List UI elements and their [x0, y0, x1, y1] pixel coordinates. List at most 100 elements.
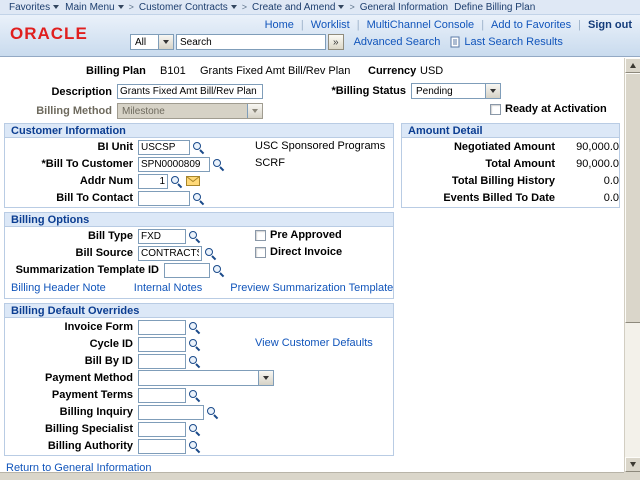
last-search-results-link[interactable]: Last Search Results — [464, 36, 562, 48]
bill-to-customer-lookup-icon[interactable] — [212, 158, 225, 171]
search-scope-select[interactable]: All — [130, 34, 174, 50]
summarization-template-id-label: Summarization Template ID — [15, 264, 159, 276]
billing-inquiry-input[interactable] — [138, 404, 204, 420]
billing-authority-lookup-icon[interactable] — [188, 440, 201, 453]
invoice-form-input[interactable] — [138, 319, 186, 335]
breadcrumb-label: General Information — [359, 1, 449, 13]
add-to-favorites-link[interactable]: Add to Favorites — [491, 19, 571, 31]
bill-to-contact-input[interactable] — [138, 190, 190, 206]
bill-by-id-lookup-icon[interactable] — [188, 355, 201, 368]
addr-num-lookup-icon[interactable] — [170, 175, 183, 188]
preview-summarization-template-link[interactable]: Preview Summarization Template — [230, 282, 393, 294]
billing-specialist-input[interactable] — [138, 421, 186, 437]
scroll-down-button[interactable] — [625, 457, 640, 472]
billing-inquiry-lookup-icon[interactable] — [206, 406, 219, 419]
view-customer-defaults-link[interactable]: View Customer Defaults — [255, 337, 373, 349]
oracle-logo: ORACLE — [10, 24, 88, 43]
search-go-button[interactable]: » — [328, 34, 344, 50]
chevron-down-icon[interactable] — [158, 35, 173, 49]
ready-at-activation-label: Ready at Activation — [505, 103, 607, 115]
ready-at-activation-checkbox[interactable] — [490, 103, 501, 115]
amount-detail-box: Amount Detail Negotiated Amount 90,000.0… — [401, 123, 620, 208]
billing-options-links: Billing Header Note Internal Notes Previ… — [5, 280, 393, 296]
chevron-down-icon — [247, 103, 262, 118]
payment-terms-input[interactable] — [138, 387, 186, 403]
breadcrumb-create-and-amend[interactable]: Create and Amend — [252, 2, 345, 13]
internal-notes-link[interactable]: Internal Notes — [134, 282, 202, 294]
billing-specialist-row: Billing Specialist — [5, 421, 393, 437]
bill-type-lookup-icon[interactable] — [188, 230, 201, 243]
cycle-id-row: Cycle ID View Customer Defaults — [5, 336, 393, 352]
header-band: ORACLE Home | Worklist | MultiChannel Co… — [0, 15, 640, 57]
breadcrumb-main-menu[interactable]: Main Menu — [65, 1, 124, 13]
description-input[interactable] — [117, 84, 263, 99]
scrollbar-thumb[interactable] — [625, 73, 640, 323]
payment-method-row: Payment Method — [5, 370, 393, 386]
chevron-down-icon[interactable] — [258, 371, 273, 385]
payment-terms-row: Payment Terms — [5, 387, 393, 403]
bill-to-contact-lookup-icon[interactable] — [192, 192, 205, 205]
bill-to-customer-label: *Bill To Customer — [41, 158, 133, 170]
return-to-general-information-link[interactable]: Return to General Information — [6, 462, 152, 472]
advanced-search-link[interactable]: Advanced Search — [354, 36, 441, 48]
envelope-icon[interactable] — [186, 176, 200, 186]
summarization-template-id-input[interactable] — [164, 262, 210, 278]
billing-status-select[interactable]: Pending — [411, 83, 501, 99]
breadcrumb-general-information[interactable]: General Information — [360, 2, 448, 13]
amount-detail-title: Amount Detail — [402, 124, 619, 138]
bill-to-contact-label: Bill To Contact — [56, 192, 133, 204]
bi-unit-lookup-icon[interactable] — [192, 141, 205, 154]
direct-invoice-checkbox[interactable] — [255, 246, 266, 258]
billing-authority-row: Billing Authority — [5, 438, 393, 454]
bill-type-row: Bill Type Pre Approved — [5, 228, 393, 244]
breadcrumb-customer-contracts[interactable]: Customer Contracts — [139, 2, 237, 13]
payment-method-select[interactable] — [138, 370, 274, 386]
billing-method-row: Billing Method Milestone Ready at Activa… — [0, 102, 624, 119]
billing-options-title: Billing Options — [5, 213, 393, 227]
addr-num-input[interactable] — [138, 173, 168, 189]
link-separator: | — [300, 19, 304, 31]
payment-terms-lookup-icon[interactable] — [188, 389, 201, 402]
scroll-down-icon — [630, 462, 636, 467]
invoice-form-lookup-icon[interactable] — [188, 321, 201, 334]
search-bar: All » Advanced Search Last Search Result… — [130, 34, 563, 50]
customer-information-box: Customer Information BI Unit USC Sponsor… — [4, 123, 394, 208]
link-separator: | — [356, 19, 360, 31]
events-billed-to-date-label: Events Billed To Date — [443, 192, 555, 204]
horizontal-scrollbar[interactable] — [0, 472, 624, 480]
bi-unit-input[interactable] — [138, 139, 190, 155]
vertical-scrollbar[interactable] — [624, 58, 640, 472]
bill-type-label: Bill Type — [87, 230, 133, 242]
billing-specialist-lookup-icon[interactable] — [188, 423, 201, 436]
page-content: Billing Plan B101 Grants Fixed Amt Bill/… — [0, 58, 624, 472]
breadcrumb-favorites[interactable]: Favorites — [9, 2, 60, 13]
bi-unit-row: BI Unit USC Sponsored Programs — [5, 139, 393, 155]
last-search-results-icon — [450, 36, 461, 48]
home-link[interactable]: Home — [265, 19, 294, 31]
sign-out-link[interactable]: Sign out — [588, 19, 632, 31]
bill-to-customer-row: *Bill To Customer SCRF — [5, 156, 393, 172]
billing-header-note-link[interactable]: Billing Header Note — [11, 282, 106, 294]
total-amount-label: Total Amount — [485, 158, 555, 170]
search-scope-value: All — [135, 37, 147, 48]
scroll-up-button[interactable] — [625, 58, 640, 73]
billing-authority-input[interactable] — [138, 438, 186, 454]
direct-invoice-label: Direct Invoice — [270, 246, 343, 258]
chevron-down-icon[interactable] — [485, 84, 500, 98]
bill-source-input[interactable] — [138, 245, 202, 261]
search-input[interactable] — [176, 34, 326, 50]
bill-by-id-input[interactable] — [138, 353, 186, 369]
summarization-template-id-lookup-icon[interactable] — [212, 264, 225, 277]
cycle-id-input[interactable] — [138, 336, 186, 352]
description-row: Description *Billing Status Pending — [0, 83, 624, 100]
pre-approved-checkbox[interactable] — [255, 229, 266, 241]
bill-source-lookup-icon[interactable] — [204, 247, 217, 260]
bill-to-customer-input[interactable] — [138, 156, 210, 172]
multichannel-console-link[interactable]: MultiChannel Console — [367, 19, 475, 31]
worklist-link[interactable]: Worklist — [311, 19, 350, 31]
breadcrumb-label: Main Menu — [65, 1, 115, 13]
bill-type-input[interactable] — [138, 228, 186, 244]
events-billed-to-date-value: 0.0 — [603, 192, 619, 204]
chevron-down-icon — [338, 5, 345, 9]
cycle-id-lookup-icon[interactable] — [188, 338, 201, 351]
